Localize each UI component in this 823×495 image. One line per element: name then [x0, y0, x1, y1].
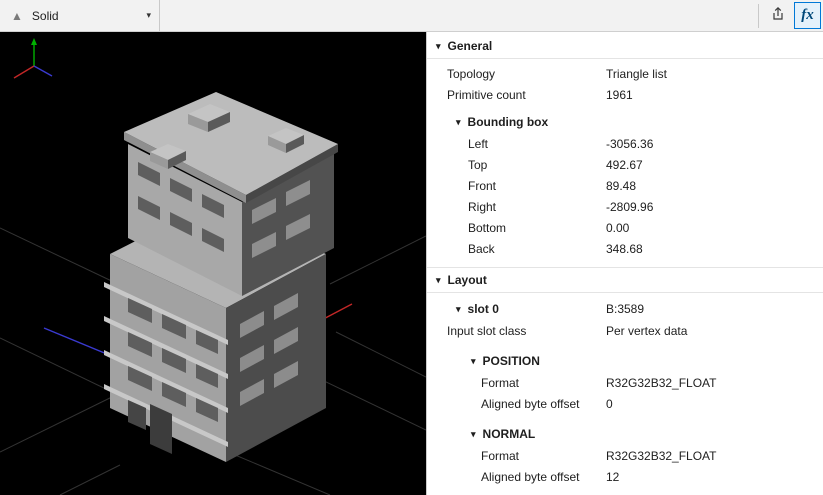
property-value: 12	[606, 467, 619, 488]
viewport-toolbar: ▲ Solid ▾ fx	[0, 0, 823, 32]
element-normal-header[interactable]: ▾ NORMAL	[427, 423, 823, 446]
property-row: Topology Triangle list	[427, 64, 823, 85]
subsection-title: slot 0	[468, 298, 499, 321]
3d-scene	[0, 32, 426, 495]
property-value: Per vertex data	[606, 321, 687, 342]
property-row: Aligned byte offset 0	[427, 394, 823, 415]
chevron-down-icon[interactable]: ▾	[471, 430, 476, 439]
property-value: Triangle list	[606, 64, 667, 85]
property-label: Format	[427, 446, 519, 467]
building-mesh	[104, 92, 338, 462]
mesh-viewport[interactable]	[0, 32, 426, 495]
property-label: Right	[427, 197, 496, 218]
property-label: Primitive count	[427, 85, 526, 106]
property-value: R32G32B32_FLOAT	[606, 373, 717, 394]
section-title: General	[448, 39, 493, 53]
property-label: Topology	[427, 64, 495, 85]
property-row: Back 348.68	[427, 239, 823, 260]
render-mode-dropdown[interactable]: ▲ Solid ▾	[0, 0, 160, 31]
fx-button[interactable]: fx	[794, 2, 821, 29]
property-row: Primitive count 1961	[427, 85, 823, 106]
property-label: Input slot class	[427, 321, 526, 342]
graphics-analyzer-window: ▲ Solid ▾ fx	[0, 0, 823, 495]
property-label: Top	[427, 155, 487, 176]
property-row: Bottom 0.00	[427, 218, 823, 239]
property-value: 348.68	[606, 239, 643, 260]
property-value: 89.48	[606, 176, 636, 197]
property-label: Front	[427, 176, 496, 197]
property-label: Aligned byte offset	[427, 394, 580, 415]
section-general[interactable]: ▾ General	[427, 34, 823, 59]
property-value: 0.00	[606, 218, 629, 239]
chevron-down-icon[interactable]: ▾	[456, 305, 461, 314]
dropdown-caret-icon: ▾	[146, 10, 151, 21]
section-title: Layout	[448, 273, 487, 287]
property-label: Format	[427, 373, 519, 394]
section-bounding-box[interactable]: ▾ Bounding box	[427, 111, 823, 134]
property-row: Aligned byte offset 12	[427, 467, 823, 488]
property-value: R32G32B32_FLOAT	[606, 446, 717, 467]
property-label: Back	[427, 239, 495, 260]
property-value: 0	[606, 394, 613, 415]
render-mode-label: Solid	[32, 9, 138, 23]
property-row: Format R32G32B32_FLOAT	[427, 446, 823, 467]
subsection-title: POSITION	[483, 350, 540, 373]
slot-0-header[interactable]: ▾ slot 0 B:3589	[427, 298, 823, 321]
property-value: 1961	[606, 85, 633, 106]
property-row: Top 492.67	[427, 155, 823, 176]
chevron-down-icon[interactable]: ▾	[436, 276, 441, 285]
export-button[interactable]	[764, 2, 791, 29]
property-value: -3056.36	[606, 134, 653, 155]
property-value: B:3589	[606, 298, 644, 321]
property-row: Input slot class Per vertex data	[427, 321, 823, 342]
property-label: Aligned byte offset	[427, 467, 580, 488]
subsection-title: Bounding box	[468, 111, 549, 134]
property-row: Format R32G32B32_FLOAT	[427, 373, 823, 394]
property-label: Left	[427, 134, 488, 155]
property-row: Right -2809.96	[427, 197, 823, 218]
fx-icon: fx	[801, 7, 814, 24]
property-row: Left -3056.36	[427, 134, 823, 155]
export-icon	[770, 6, 786, 25]
subsection-title: NORMAL	[483, 423, 536, 446]
section-layout[interactable]: ▾ Layout	[427, 267, 823, 293]
property-label: Bottom	[427, 218, 506, 239]
toolbar-separator	[758, 4, 759, 28]
property-value: 492.67	[606, 155, 643, 176]
property-row: Front 89.48	[427, 176, 823, 197]
chevron-down-icon[interactable]: ▾	[471, 357, 476, 366]
solid-shading-icon: ▲	[11, 10, 23, 22]
property-value: -2809.96	[606, 197, 653, 218]
properties-panel: ▾ General Topology Triangle list Primiti…	[426, 32, 823, 495]
chevron-down-icon[interactable]: ▾	[456, 118, 461, 127]
chevron-down-icon[interactable]: ▾	[436, 42, 441, 51]
element-position-header[interactable]: ▾ POSITION	[427, 350, 823, 373]
